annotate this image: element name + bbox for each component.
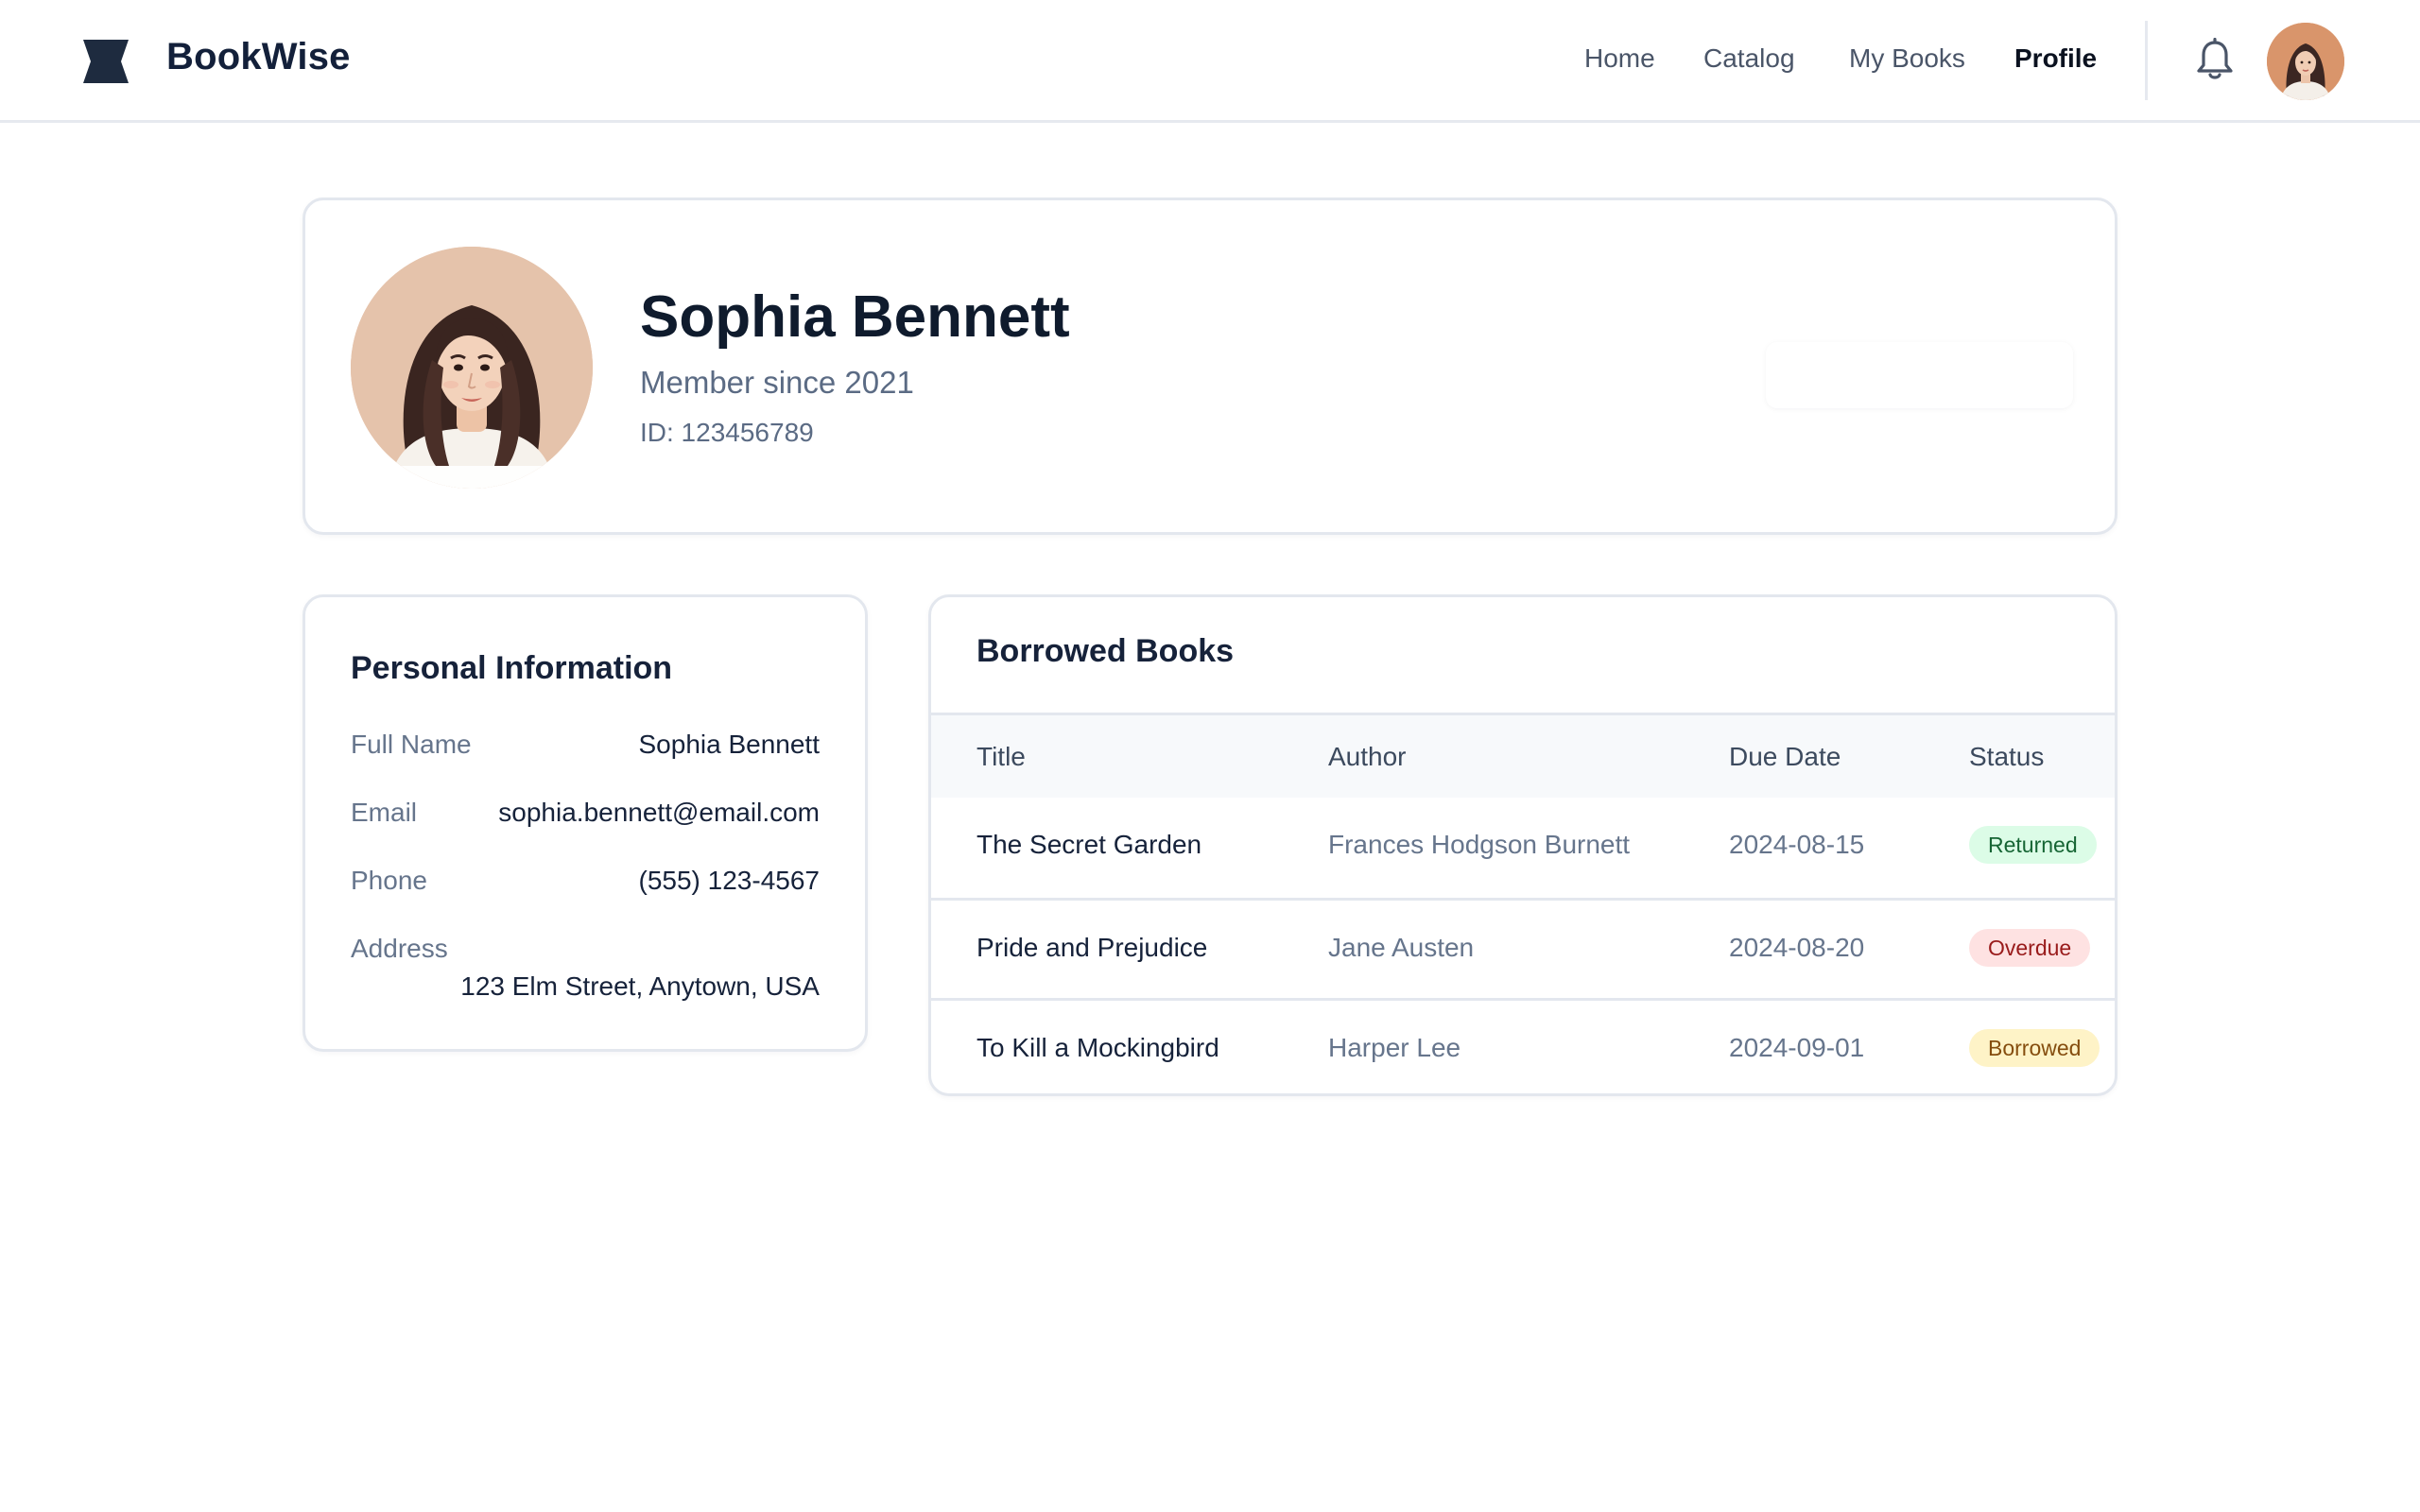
- address-value: 123 Elm Street, Anytown, USA: [460, 971, 820, 1001]
- table-row[interactable]: The Secret Garden Frances Hodgson Burnet…: [931, 798, 2115, 898]
- profile-avatar: [351, 247, 593, 489]
- nav-home[interactable]: Home: [1584, 43, 1655, 74]
- brand-name[interactable]: BookWise: [166, 36, 351, 78]
- address-label: Address: [351, 934, 448, 963]
- book-logo-icon[interactable]: [81, 38, 130, 85]
- book-due-date: 2024-08-15: [1729, 830, 1865, 859]
- profile-portrait: [351, 247, 593, 489]
- column-header-status[interactable]: Status: [1969, 742, 2044, 772]
- nav-divider: [2145, 21, 2148, 100]
- status-badge-returned: Returned: [1969, 826, 2097, 864]
- table-row[interactable]: Pride and Prejudice Jane Austen 2024-08-…: [931, 898, 2115, 998]
- book-author: Harper Lee: [1328, 1033, 1461, 1062]
- borrowed-books-table-header: Title Author Due Date Status: [931, 713, 2115, 798]
- bell-icon[interactable]: [2195, 38, 2235, 81]
- top-navigation-bar: BookWise Home Catalog My Books Profile: [0, 0, 2420, 123]
- phone-value: (555) 123-4567: [638, 866, 820, 895]
- nav-my-books[interactable]: My Books: [1849, 43, 1965, 74]
- personal-information-title: Personal Information: [351, 650, 673, 686]
- column-header-title[interactable]: Title: [977, 742, 1026, 772]
- status-badge-overdue: Overdue: [1969, 929, 2091, 967]
- phone-label: Phone: [351, 866, 427, 895]
- book-title: The Secret Garden: [977, 830, 1202, 859]
- borrowed-books-title: Borrowed Books: [977, 633, 1235, 669]
- column-header-author[interactable]: Author: [1328, 742, 1407, 772]
- book-author: Frances Hodgson Burnett: [1328, 830, 1631, 859]
- member-since: Member since 2021: [640, 365, 914, 400]
- status-badge-borrowed: Borrowed: [1969, 1029, 2100, 1067]
- book-title: To Kill a Mockingbird: [977, 1033, 1219, 1062]
- full-name-value: Sophia Bennett: [638, 730, 821, 759]
- nav-catalog[interactable]: Catalog: [1703, 43, 1795, 74]
- user-avatar-portrait: [2267, 23, 2344, 100]
- book-due-date: 2024-09-01: [1729, 1033, 1865, 1062]
- profile-name: Sophia Bennett: [640, 284, 1070, 350]
- member-id: ID: 123456789: [640, 418, 814, 447]
- book-due-date: 2024-08-20: [1729, 933, 1865, 962]
- table-row[interactable]: To Kill a Mockingbird Harper Lee 2024-09…: [931, 998, 2115, 1093]
- full-name-label: Full Name: [351, 730, 472, 759]
- email-label: Email: [351, 798, 418, 827]
- column-header-due-date[interactable]: Due Date: [1729, 742, 1841, 772]
- borrowed-books-card: Borrowed Books Title Author Due Date Sta…: [928, 594, 2118, 1096]
- personal-information-card: Personal Information Full Name Sophia Be…: [302, 594, 868, 1052]
- user-avatar[interactable]: [2267, 23, 2344, 100]
- book-title: Pride and Prejudice: [977, 933, 1208, 962]
- email-value: sophia.bennett@email.com: [498, 798, 820, 827]
- profile-summary-card: Sophia Bennett Member since 2021 ID: 123…: [302, 198, 2118, 535]
- nav-profile[interactable]: Profile: [2014, 43, 2097, 74]
- profile-action-button[interactable]: [1766, 342, 2073, 408]
- book-author: Jane Austen: [1328, 933, 1475, 962]
